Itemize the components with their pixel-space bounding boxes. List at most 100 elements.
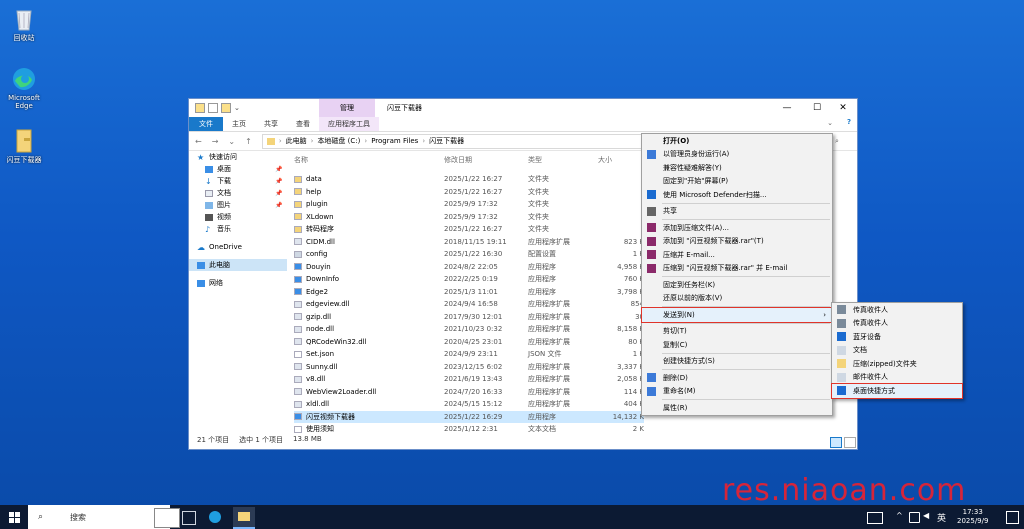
forward-button[interactable]: → [212,137,223,146]
sidebar-item-pictures[interactable]: 图片 📌 [189,199,287,211]
context-menu-item[interactable]: 重命名(M) [642,385,832,399]
send-to-item[interactable]: 蓝牙设备 [832,330,962,344]
maximize-button[interactable]: ☐ [803,99,831,117]
file-row[interactable]: edgeview.dll 2024/9/4 16:58 应用程序扩展 854 [294,298,644,311]
sidebar-item-network[interactable]: 网络 [189,277,287,289]
minimize-button[interactable]: — [773,99,801,117]
expand-ribbon-icon[interactable]: ⌄ [827,119,833,127]
sidebar-item-quick-access[interactable]: ★ 快速访问 [189,151,287,163]
file-row[interactable]: v8.dll 2021/6/19 13:43 应用程序扩展 2,058 K [294,373,644,386]
send-to-item[interactable]: 传真收件人 [832,303,962,317]
file-row[interactable]: DownInfo 2022/2/25 0:19 应用程序 760 K [294,273,644,286]
context-menu-item[interactable]: 打开(O) [642,134,832,148]
context-menu-item[interactable]: 复制(C) [642,338,832,352]
file-row[interactable]: config 2025/1/22 16:30 配置设置 1 K [294,248,644,261]
send-to-item[interactable]: 传真收件人 [832,317,962,331]
tab-view[interactable]: 查看 [287,117,319,131]
context-menu-item[interactable]: 属性(R) [642,401,832,415]
tab-app-tools[interactable]: 应用程序工具 [319,117,379,131]
desktop-icon-recycle-bin[interactable]: 回收站 [1,6,47,42]
file-row[interactable]: gzip.dll 2017/9/30 12:01 应用程序扩展 30 [294,311,644,324]
taskbar-search-box[interactable]: ⌕ 搜索 [28,505,170,529]
breadcrumb-drive-c[interactable]: 本地磁盘 (C:) [317,136,360,146]
dropdown-icon[interactable]: ⌄ [234,104,240,112]
large-icons-view-button[interactable] [844,437,856,448]
search-icon[interactable]: ⌕ [835,137,839,146]
notification-icon[interactable] [1006,511,1019,524]
sidebar-item-this-pc[interactable]: 此电脑 [189,259,287,271]
column-header-size[interactable]: 大小 [598,155,644,167]
send-to-item[interactable]: 桌面快捷方式 [831,383,963,399]
context-menu-item[interactable]: 压缩并 E-mail... [642,248,832,262]
ime-indicator[interactable]: 英 [937,511,946,524]
file-row[interactable]: 闪豆视频下载器 2025/1/22 16:29 应用程序 14,132 K [294,410,644,423]
column-header-type[interactable]: 类型 [528,155,598,167]
file-row[interactable]: xldl.dll 2024/5/15 15:12 应用程序扩展 404 K [294,398,644,411]
file-row[interactable]: node.dll 2021/10/23 0:32 应用程序扩展 8,158 K [294,323,644,336]
keyboard-icon[interactable] [867,512,883,524]
context-menu-item[interactable]: 压缩到 "闪豆视频下载器.rar" 并 E-mail [642,262,832,276]
search-highlight-icon[interactable] [154,508,180,528]
context-menu-item[interactable]: 固定到任务栏(K) [642,278,832,292]
file-row[interactable]: help 2025/1/22 16:27 文件夹 [294,186,644,199]
help-icon[interactable]: ? [847,118,851,126]
file-row[interactable]: Edge2 2025/1/3 11:01 应用程序 3,798 K [294,286,644,299]
context-menu-item[interactable]: 固定到"开始"屏幕(P) [642,175,832,189]
address-bar[interactable]: › 此电脑 › 本地磁盘 (C:) › Program Files › 闪豆下载… [261,133,687,149]
context-menu-item[interactable]: 剪切(T) [642,325,832,339]
breadcrumb-this-pc[interactable]: 此电脑 [286,136,307,146]
context-menu-item[interactable]: 使用 Microsoft Defender扫描... [642,188,832,202]
file-row[interactable]: Set.json 2024/9/9 23:11 JSON 文件 1 K [294,348,644,361]
task-view-icon[interactable] [182,511,196,525]
breadcrumb-current-folder[interactable]: 闪豆下载器 [429,136,464,146]
column-header-date[interactable]: 修改日期 [444,155,528,167]
file-row[interactable]: 转码程序 2025/1/22 16:27 文件夹 [294,223,644,236]
start-button[interactable] [9,512,20,523]
sidebar-item-documents[interactable]: 文档 📌 [189,187,287,199]
back-button[interactable]: ← [195,137,206,146]
context-menu-item[interactable]: 共享 [642,205,832,219]
sidebar-item-videos[interactable]: 视频 [189,211,287,223]
explorer-taskbar-button[interactable] [233,507,255,529]
recent-locations-button[interactable]: ⌄ [228,137,239,146]
up-button[interactable]: ↑ [245,137,256,146]
file-row[interactable]: XLdown 2025/9/9 17:32 文件夹 [294,211,644,224]
context-menu-item[interactable]: 以管理员身份运行(A) [642,148,832,162]
send-to-item[interactable]: 压缩(zipped)文件夹 [832,357,962,371]
tab-file[interactable]: 文件 [189,117,223,131]
sidebar-item-desktop[interactable]: 桌面 📌 [189,163,287,175]
tab-share[interactable]: 共享 [255,117,287,131]
file-row[interactable]: data 2025/1/22 16:27 文件夹 [294,173,644,186]
properties-icon[interactable] [208,103,218,113]
send-to-item[interactable]: 邮件收件人 [832,371,962,385]
desktop-icon-edge[interactable]: Microsoft Edge [1,66,47,110]
context-menu-item[interactable]: 创建快捷方式(S) [642,355,832,369]
sidebar-item-downloads[interactable]: ↓ 下载 📌 [189,175,287,187]
file-row[interactable]: Douyin 2024/8/2 22:05 应用程序 4,958 K [294,261,644,274]
context-menu-item[interactable]: 发送到(N) › [641,307,833,323]
context-menu-item[interactable]: 删除(D) [642,371,832,385]
volume-icon[interactable]: ◀ [923,511,929,520]
context-menu-item[interactable]: 还原以前的版本(V) [642,292,832,306]
desktop-icon-folder[interactable]: 闪豆下载器 [1,128,47,164]
file-row[interactable]: plugin 2025/9/9 17:32 文件夹 [294,198,644,211]
send-to-item[interactable]: 文档 [832,344,962,358]
close-button[interactable]: ✕ [829,99,857,117]
tray-overflow-icon[interactable]: ^ [896,511,903,520]
sidebar-item-onedrive[interactable]: ☁ OneDrive [189,241,287,253]
network-icon[interactable] [909,512,920,523]
file-row[interactable]: QRCodeWin32.dll 2020/4/25 23:01 应用程序扩展 80 K [294,336,644,349]
context-menu-item[interactable]: 添加到 "闪豆视频下载器.rar"(T) [642,235,832,249]
file-row[interactable]: Sunny.dll 2023/12/15 6:02 应用程序扩展 3,337 K [294,361,644,374]
sidebar-item-music[interactable]: ♪ 音乐 [189,223,287,235]
clock[interactable]: 17:33 2025/9/9 [957,508,988,526]
edge-taskbar-icon[interactable] [209,511,221,523]
details-view-button[interactable] [830,437,842,448]
context-menu-item[interactable]: 添加到压缩文件(A)... [642,221,832,235]
file-row[interactable]: WebView2Loader.dll 2024/7/20 16:33 应用程序扩展 1… [294,386,644,399]
new-folder-icon[interactable] [221,103,231,113]
context-menu-item[interactable]: 兼容性疑难解答(Y) [642,161,832,175]
breadcrumb-program-files[interactable]: Program Files [371,137,418,145]
column-header-name[interactable]: 名称 [294,155,444,167]
file-row[interactable]: 使用须知 2025/1/12 2:31 文本文档 2 K [294,423,644,436]
